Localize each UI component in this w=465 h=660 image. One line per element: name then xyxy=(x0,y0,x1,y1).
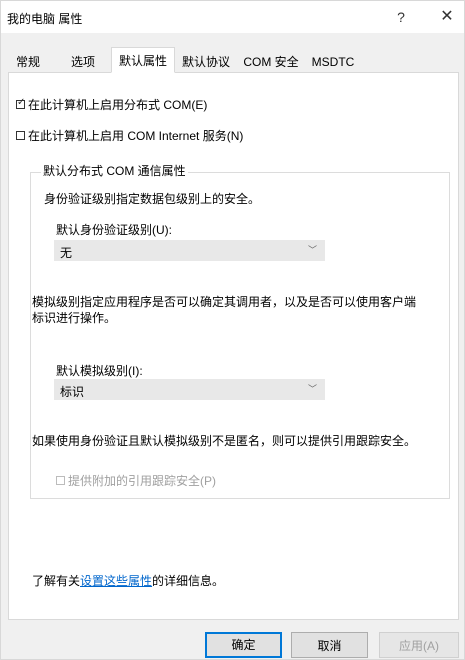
auth-level-select[interactable]: 无 ﹀ xyxy=(54,240,325,261)
chevron-down-icon: ﹀ xyxy=(307,384,317,394)
chevron-down-icon: ﹀ xyxy=(307,245,317,255)
impersonation-level-select[interactable]: 标识 ﹀ xyxy=(54,379,325,400)
impersonation-level-value: 标识 xyxy=(60,385,85,399)
properties-dialog: 我的电脑 属性 ? ✕ 常规 选项 默认属性 默认协议 COM 安全 MSDTC… xyxy=(0,0,465,660)
ok-button[interactable]: 确定 xyxy=(205,632,282,658)
enable-dcom-label: 在此计算机上启用分布式 COM(E) xyxy=(28,98,208,112)
enable-dcom-option[interactable]: 在此计算机上启用分布式 COM(E) xyxy=(16,96,207,113)
tab-default-properties[interactable]: 默认属性 xyxy=(111,47,175,73)
auth-description: 身份验证级别指定数据包级别上的安全。 xyxy=(44,192,261,206)
impersonation-description-line2: 标识进行操作。 xyxy=(32,311,117,325)
enable-dcom-checkbox[interactable] xyxy=(16,97,25,109)
reference-tracking-checkbox[interactable] xyxy=(56,476,65,485)
tab-options[interactable]: 选项 xyxy=(63,50,103,72)
settings-help-link[interactable]: 设置这些属性 xyxy=(80,574,152,588)
enable-com-internet-option[interactable]: 在此计算机上启用 COM Internet 服务(N) xyxy=(16,127,243,144)
reference-tracking-description: 如果使用身份验证且默认模拟级别不是匿名，则可以提供引用跟踪安全。 xyxy=(32,434,417,448)
tab-msdtc[interactable]: MSDTC xyxy=(305,50,361,72)
apply-button[interactable]: 应用(A) xyxy=(379,632,459,658)
help-button[interactable]: ? xyxy=(383,5,419,29)
auth-level-value: 无 xyxy=(60,246,73,260)
impersonation-level-label: 默认模拟级别(I): xyxy=(56,364,143,378)
more-info-suffix: 的详细信息。 xyxy=(152,574,225,588)
title-bar: 我的电脑 属性 ? ✕ xyxy=(1,1,464,33)
close-button[interactable]: ✕ xyxy=(429,5,465,29)
enable-com-internet-label: 在此计算机上启用 COM Internet 服务(N) xyxy=(28,129,244,143)
tab-general[interactable]: 常规 xyxy=(8,50,48,72)
enable-com-internet-checkbox[interactable] xyxy=(16,131,25,140)
window-title: 我的电脑 属性 xyxy=(7,12,83,26)
more-info-text: 了解有关设置这些属性的详细信息。 xyxy=(32,572,224,589)
impersonation-description-line1: 模拟级别指定应用程序是否可以确定其调用者，以及是否可以使用客户端 xyxy=(32,295,417,309)
tab-default-protocols[interactable]: 默认协议 xyxy=(177,50,235,72)
cancel-button[interactable]: 取消 xyxy=(291,632,368,658)
tab-com-security[interactable]: COM 安全 xyxy=(239,50,303,72)
reference-tracking-label: 提供附加的引用跟踪安全(P) xyxy=(68,474,216,488)
auth-level-label: 默认身份验证级别(U): xyxy=(56,223,172,237)
group-title: 默认分布式 COM 通信属性 xyxy=(41,162,188,179)
reference-tracking-option[interactable]: 提供附加的引用跟踪安全(P) xyxy=(56,472,216,489)
more-info-prefix: 了解有关 xyxy=(32,574,81,588)
